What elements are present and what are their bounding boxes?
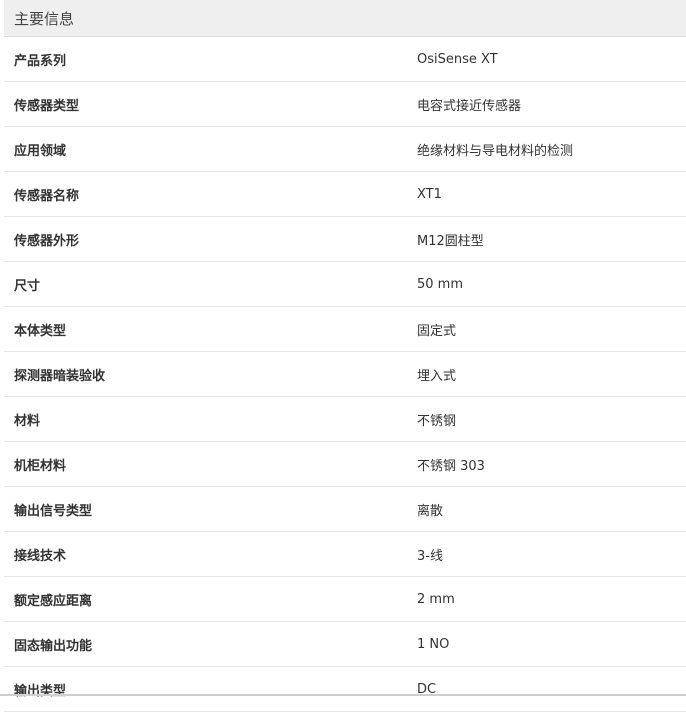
spec-value: 绝缘材料与导电材料的检测 (417, 143, 574, 159)
spec-panel: 主要信息 产品系列 OsiSense XT 传感器类型 电容式接近传感器 应用领… (4, 0, 686, 712)
spec-value: 埋入式 (417, 368, 457, 384)
spec-label: 探测器暗装验收 (14, 368, 106, 384)
spec-value: 电容式接近传感器 (417, 98, 522, 114)
spec-label: 接线技术 (14, 548, 67, 564)
spec-row-wiring: 接线技术 3-线 (4, 532, 686, 577)
spec-label: 尺寸 (14, 278, 41, 294)
spec-label: 传感器类型 (14, 98, 80, 114)
spec-row-size: 尺寸 50 mm (4, 262, 686, 307)
spec-label: 输出信号类型 (14, 503, 93, 519)
spec-label: 本体类型 (14, 323, 67, 339)
section-title: 主要信息 (14, 9, 75, 28)
spec-row-enclosure-material: 机柜材料 不锈钢 303 (4, 442, 686, 487)
spec-label: 固态输出功能 (14, 638, 93, 654)
spec-value: 1 NO (417, 636, 450, 652)
spec-label: 传感器外形 (14, 233, 80, 249)
spec-value: 2 mm (417, 591, 455, 607)
spec-row-sensor-shape: 传感器外形 M12圆柱型 (4, 217, 686, 262)
spec-label: 额定感应距离 (14, 593, 93, 609)
spec-row-material: 材料 不锈钢 (4, 397, 686, 442)
spec-label: 产品系列 (14, 53, 67, 69)
spec-row-sensor-type: 传感器类型 电容式接近传感器 (4, 82, 686, 127)
section-header: 主要信息 (4, 0, 686, 37)
spec-row-sensor-name: 传感器名称 XT1 (4, 172, 686, 217)
spec-row-output-signal: 输出信号类型 离散 (4, 487, 686, 532)
spec-row-application: 应用领域 绝缘材料与导电材料的检测 (4, 127, 686, 172)
spec-row-mounting: 探测器暗装验收 埋入式 (4, 352, 686, 397)
spec-label: 传感器名称 (14, 188, 80, 204)
spec-value: 不锈钢 (417, 413, 457, 429)
spec-value: 固定式 (417, 323, 457, 339)
spec-row-sensing-distance: 额定感应距离 2 mm (4, 577, 686, 622)
spec-value: 50 mm (417, 276, 464, 292)
spec-row-output-function: 固态输出功能 1 NO (4, 622, 686, 667)
spec-table: 产品系列 OsiSense XT 传感器类型 电容式接近传感器 应用领域 绝缘材… (4, 37, 686, 712)
spec-value: M12圆柱型 (417, 233, 484, 249)
spec-value: 3-线 (417, 548, 443, 564)
spec-value: XT1 (417, 186, 442, 202)
spec-row-product-series: 产品系列 OsiSense XT (4, 37, 686, 82)
spec-value: 不锈钢 303 (417, 458, 485, 474)
spec-row-body-type: 本体类型 固定式 (4, 307, 686, 352)
spec-label: 机柜材料 (14, 458, 67, 474)
spec-row-output-type: 输出类型 DC (4, 667, 686, 712)
spec-value: OsiSense XT (417, 51, 498, 67)
spec-label: 应用领域 (14, 143, 67, 159)
spec-value: 离散 (417, 503, 444, 519)
spec-label: 材料 (14, 413, 41, 429)
